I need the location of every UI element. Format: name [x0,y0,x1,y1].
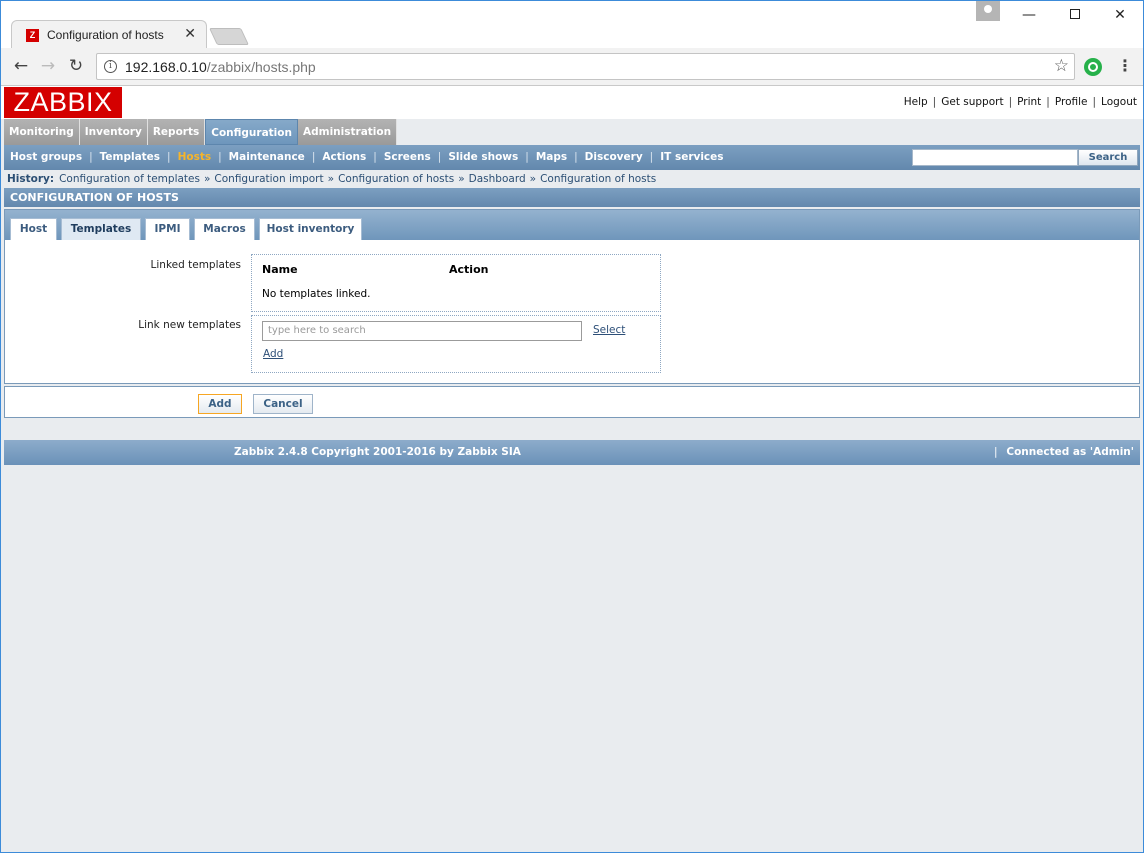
extension-icon[interactable] [1084,58,1102,76]
user-profile-icon[interactable] [976,1,1000,21]
bookmark-star-icon[interactable]: ☆ [1054,56,1069,76]
tab-ipmi[interactable]: IPMI [145,218,190,240]
browser-toolbar: ← → ↻ i 192.168.0.10/zabbix/hosts.php ☆ … [1,48,1143,86]
maximize-icon[interactable] [1060,5,1090,25]
template-search-input[interactable]: type here to search [262,321,582,341]
minimize-icon[interactable]: — [1014,5,1044,25]
history-item[interactable]: Configuration of hosts [540,173,656,185]
select-link[interactable]: Select [593,324,625,336]
main-menu: Monitoring Inventory Reports Configurati… [4,119,398,145]
host-form: Host Templates IPMI Macros Host inventor… [4,209,1140,384]
sub-menu-host-groups[interactable]: Host groups [10,151,82,163]
get-support-link[interactable]: Get support [941,96,1003,108]
browser-menu-icon[interactable]: ⋮ [1117,56,1133,76]
form-buttons: Add Cancel [4,386,1140,418]
column-action: Action [449,263,489,276]
empty-message: No templates linked. [262,288,371,300]
main-menu-inventory[interactable]: Inventory [79,119,148,145]
column-name: Name [262,263,298,276]
history-label: History: [7,173,55,185]
profile-link[interactable]: Profile [1055,96,1088,108]
form-tabbar: Host Templates IPMI Macros Host inventor… [5,210,1139,240]
sub-menu-it-services[interactable]: IT services [660,151,723,163]
sub-menu-slide-shows[interactable]: Slide shows [448,151,518,163]
connected-as-text: Connected as 'Admin' [1006,446,1134,458]
url-text[interactable]: 192.168.0.10/zabbix/hosts.php [125,59,316,75]
back-arrow-icon[interactable]: ← [11,56,31,76]
close-window-icon[interactable]: ✕ [1105,5,1135,25]
history-item[interactable]: Configuration of templates [59,173,200,185]
search-input[interactable] [912,149,1078,166]
history-item[interactable]: Configuration of hosts [338,173,454,185]
linked-templates-label: Linked templates [150,259,241,271]
zabbix-logo[interactable]: ZABBIX [4,87,122,118]
history-item[interactable]: Configuration import [214,173,323,185]
browser-titlebar: Z Configuration of hosts ✕ — ✕ [1,1,1143,49]
search-placeholder: type here to search [268,325,366,336]
main-menu-administration[interactable]: Administration [297,119,398,145]
tab-host[interactable]: Host [10,218,57,240]
zabbix-page: ZABBIX Help | Get support | Print | Profile | Lo… [1,86,1143,852]
sub-menu-maintenance[interactable]: Maintenance [229,151,305,163]
cancel-button[interactable]: Cancel [253,394,313,414]
main-menu-reports[interactable]: Reports [147,119,206,145]
sub-menu-templates[interactable]: Templates [100,151,160,163]
address-bar[interactable]: i 192.168.0.10/zabbix/hosts.php ☆ [96,53,1075,80]
close-tab-icon[interactable]: ✕ [184,26,196,42]
page-footer: Zabbix 2.4.8 Copyright 2001-2016 by Zabb… [4,440,1140,465]
add-template-link[interactable]: Add [263,348,283,360]
search-button[interactable]: Search [1078,149,1138,166]
url-path: /zabbix/hosts.php [206,59,316,75]
link-new-templates-label: Link new templates [138,319,241,331]
history-item[interactable]: Dashboard [469,173,526,185]
linked-templates-table: Name Action No templates linked. [251,254,661,312]
tab-host-inventory[interactable]: Host inventory [259,218,362,240]
main-menu-monitoring[interactable]: Monitoring [4,119,80,145]
zabbix-favicon-icon: Z [26,29,39,42]
tab-templates[interactable]: Templates [61,218,141,240]
footer-separator: | [994,446,998,458]
top-links: Help | Get support | Print | Profile | Logout [903,96,1137,108]
forward-arrow-icon[interactable]: → [38,56,58,76]
main-menu-configuration[interactable]: Configuration [205,119,298,145]
page-title: CONFIGURATION OF HOSTS [4,188,1140,207]
browser-tab[interactable]: Z Configuration of hosts ✕ [11,20,207,49]
help-link[interactable]: Help [904,96,928,108]
copyright-text: Zabbix 2.4.8 Copyright 2001-2016 by Zabb… [234,446,521,458]
logout-link[interactable]: Logout [1101,96,1137,108]
link-new-templates-box: type here to search Select Add [251,315,661,373]
url-host: 192.168.0.10 [125,59,207,75]
sub-menu-hosts[interactable]: Hosts [178,151,212,163]
page-header: ZABBIX Help | Get support | Print | Profile | Lo… [1,86,1143,119]
sub-menu-maps[interactable]: Maps [536,151,567,163]
print-link[interactable]: Print [1017,96,1041,108]
tab-macros[interactable]: Macros [194,218,255,240]
sub-menu-actions[interactable]: Actions [322,151,366,163]
history-breadcrumb: History: Configuration of templates» Confi… [7,173,657,185]
sub-menu: Host groups | Templates | Hosts | Maintenance |… [4,145,1140,170]
sub-menu-discovery[interactable]: Discovery [585,151,643,163]
add-button[interactable]: Add [198,394,242,414]
reload-icon[interactable]: ↻ [66,56,86,76]
new-tab-button[interactable] [209,28,249,45]
info-icon[interactable]: i [104,60,117,73]
tab-title: Configuration of hosts [47,28,164,42]
sub-menu-screens[interactable]: Screens [384,151,431,163]
browser-window: Z Configuration of hosts ✕ — ✕ ← → ↻ i 1… [0,0,1144,853]
